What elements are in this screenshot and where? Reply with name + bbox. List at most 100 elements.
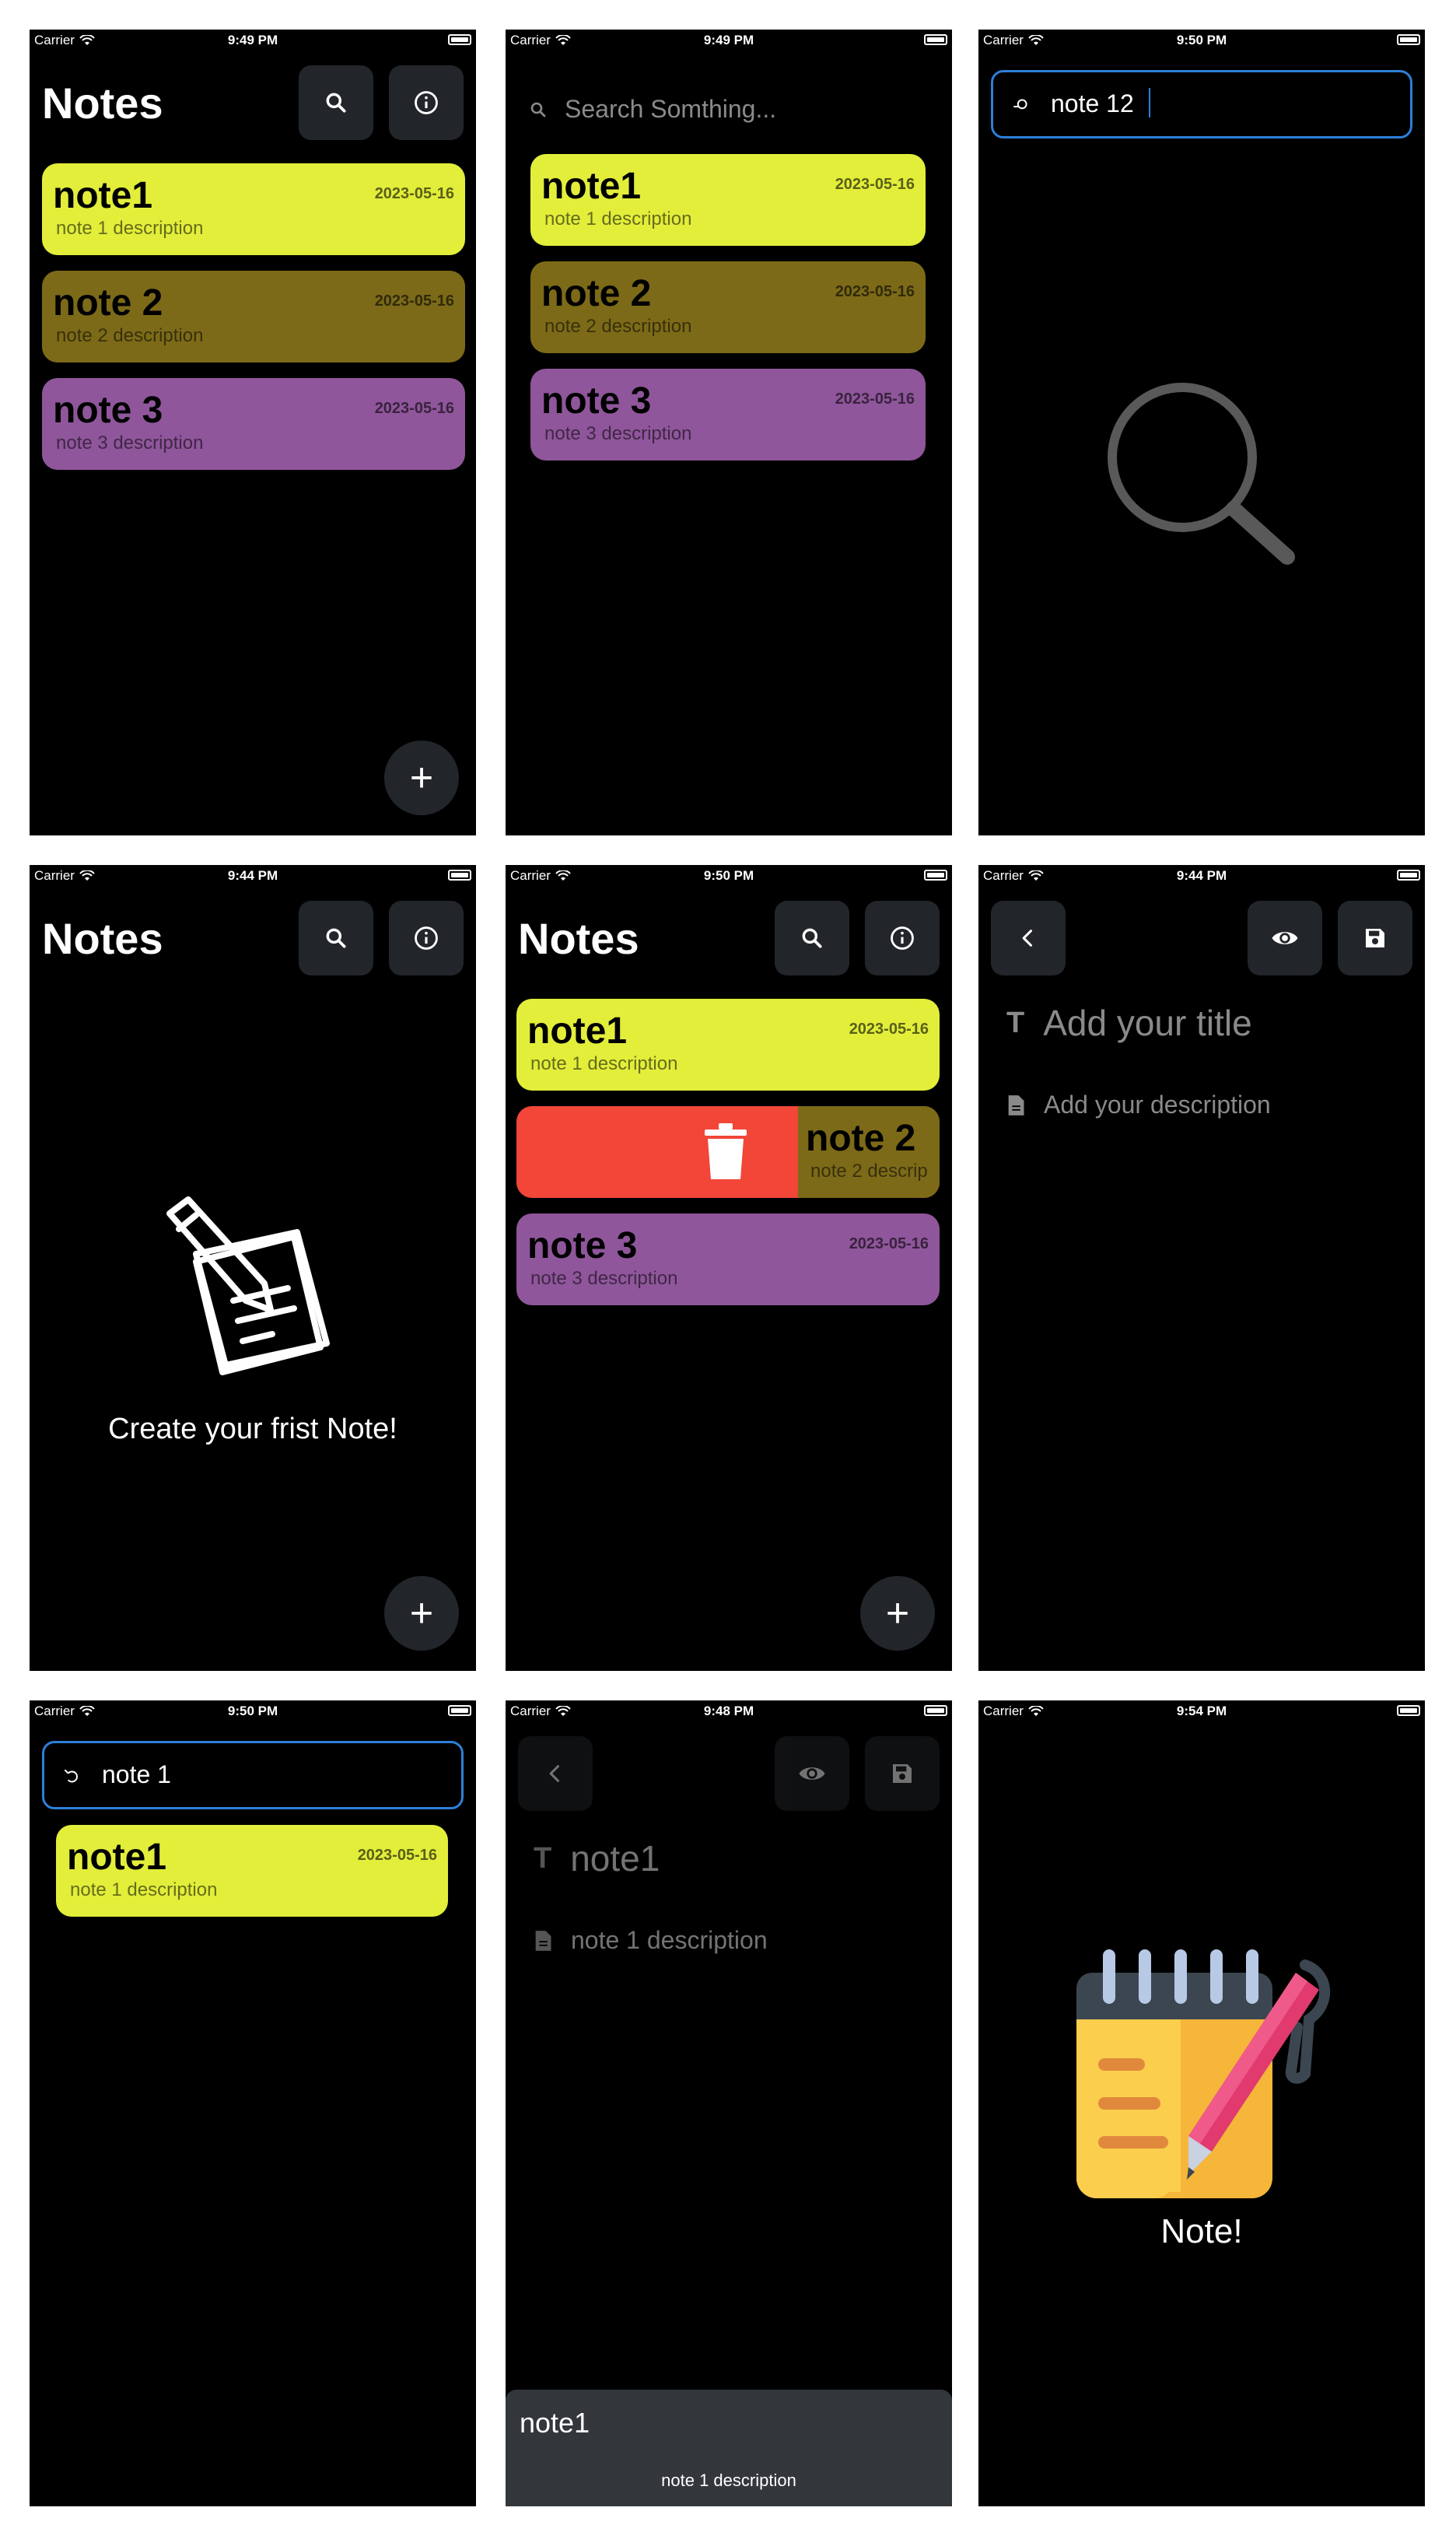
note-title: note 2 bbox=[53, 282, 163, 324]
battery-icon bbox=[1397, 870, 1420, 881]
screen-search-no-results: Carrier 9:50 PM note 12 bbox=[978, 30, 1425, 835]
battery-icon bbox=[448, 1705, 471, 1716]
search-button[interactable] bbox=[299, 901, 373, 975]
description-field[interactable]: Add your description bbox=[1006, 1091, 1271, 1119]
info-button[interactable] bbox=[865, 901, 940, 975]
status-time: 9:44 PM bbox=[227, 868, 278, 883]
save-button[interactable] bbox=[865, 1736, 940, 1811]
description-field[interactable]: note 1 description bbox=[534, 1926, 768, 1955]
note-card[interactable]: note1 2023-05-16 note 1 description bbox=[516, 999, 940, 1091]
note-description: note 3 description bbox=[544, 423, 692, 444]
search-icon bbox=[802, 928, 822, 948]
preview-button[interactable] bbox=[775, 1736, 849, 1811]
screen-notes-list: Carrier 9:49 PM Notes note1 2023-05-16 n… bbox=[30, 30, 476, 835]
battery-icon bbox=[1397, 1705, 1420, 1716]
note-description: note 1 description bbox=[544, 208, 692, 229]
status-bar: Carrier 9:49 PM bbox=[506, 30, 952, 53]
note-title: note 3 bbox=[541, 380, 652, 422]
status-bar: Carrier 9:50 PM bbox=[506, 865, 952, 888]
title-placeholder: Add your title bbox=[1043, 1003, 1252, 1043]
delete-button[interactable] bbox=[516, 1106, 798, 1198]
add-note-button[interactable]: + bbox=[860, 1576, 935, 1651]
note-card[interactable]: note1 2023-05-16 note 1 description bbox=[56, 1825, 448, 1917]
status-time: 9:44 PM bbox=[1176, 868, 1227, 883]
note-card[interactable]: note1 2023-05-16 note 1 description bbox=[530, 154, 926, 246]
search-button[interactable] bbox=[299, 65, 373, 140]
splash-label: Note! bbox=[1160, 2212, 1243, 2250]
text-cursor bbox=[1149, 88, 1150, 117]
page-title: Notes bbox=[42, 914, 163, 963]
note-description: note 1 description bbox=[530, 1053, 678, 1074]
note-card[interactable]: note1 2023-05-16 note 1 description bbox=[42, 163, 465, 255]
note-date: 2023-05-16 bbox=[835, 176, 915, 193]
search-icon bbox=[326, 928, 346, 948]
no-results-search-icon bbox=[1108, 383, 1295, 565]
battery-icon bbox=[924, 870, 947, 881]
eye-icon bbox=[799, 1767, 825, 1780]
save-button[interactable] bbox=[1338, 901, 1412, 975]
notepad-icon bbox=[1076, 1949, 1331, 2198]
note-card[interactable]: note 2 2023-05-16 note 2 description bbox=[530, 261, 926, 353]
document-icon bbox=[1008, 1094, 1024, 1115]
note-description: note 2 descrip bbox=[810, 1161, 928, 1182]
plus-icon: + bbox=[885, 1591, 910, 1636]
status-bar: Carrier 9:54 PM bbox=[978, 1700, 1425, 1724]
eye-icon bbox=[1272, 932, 1298, 944]
search-icon bbox=[530, 102, 546, 117]
status-time: 9:49 PM bbox=[227, 33, 278, 47]
back-button[interactable] bbox=[518, 1736, 593, 1811]
screen-search: Carrier 9:49 PM Search Somthing... note1… bbox=[506, 30, 952, 835]
screen-swipe-delete: Carrier 9:50 PM Notes note1 2023-05-16 n… bbox=[506, 865, 952, 1671]
info-icon bbox=[415, 926, 438, 950]
search-button[interactable] bbox=[775, 901, 849, 975]
info-icon bbox=[415, 91, 438, 114]
note-date: 2023-05-16 bbox=[374, 185, 454, 202]
search-input[interactable]: Search Somthing... bbox=[529, 95, 776, 124]
title-field[interactable]: T Add your title bbox=[1006, 1002, 1252, 1044]
battery-icon bbox=[924, 34, 947, 45]
info-icon bbox=[891, 926, 914, 950]
note-card-partial: note 2 note 2 descrip bbox=[798, 1106, 940, 1198]
chevron-left-icon bbox=[1022, 930, 1033, 947]
search-placeholder: Search Somthing... bbox=[565, 95, 777, 123]
status-bar: Carrier 9:44 PM bbox=[30, 865, 476, 888]
note-description: note 1 description bbox=[56, 218, 204, 239]
info-button[interactable] bbox=[389, 901, 464, 975]
note-description: note 3 description bbox=[530, 1268, 678, 1289]
status-time: 9:50 PM bbox=[227, 1704, 278, 1718]
status-bar: Carrier 9:50 PM bbox=[978, 30, 1425, 53]
note-title: note 3 bbox=[527, 1225, 638, 1266]
battery-icon bbox=[448, 870, 471, 881]
search-input[interactable]: note 12 bbox=[991, 70, 1412, 138]
screen-splash: Carrier 9:54 PM Note! bbox=[978, 1700, 1425, 2506]
note-card[interactable]: note 3 2023-05-16 note 3 description bbox=[42, 378, 465, 470]
preview-button[interactable] bbox=[1248, 901, 1322, 975]
note-description: note 2 description bbox=[544, 316, 692, 337]
text-icon: T bbox=[1006, 1006, 1025, 1039]
back-button[interactable] bbox=[991, 901, 1066, 975]
swiped-note-card[interactable]: note 2 note 2 descrip bbox=[516, 1106, 940, 1198]
preview-title: note1 bbox=[520, 2407, 590, 2439]
empty-state-message: Create your frist Note! bbox=[108, 1413, 397, 1445]
preview-description: note 1 description bbox=[661, 2471, 796, 2490]
note-card[interactable]: note 3 2023-05-16 note 3 description bbox=[516, 1213, 940, 1305]
add-note-button[interactable]: + bbox=[384, 1576, 459, 1651]
description-value: note 1 description bbox=[571, 1926, 768, 1954]
screen-editor-preview: Carrier 9:48 PM T note1 note 1 descripti… bbox=[506, 1700, 952, 2506]
status-time: 9:49 PM bbox=[703, 33, 754, 47]
screen-editor-new: Carrier 9:44 PM T Add your title Add you… bbox=[978, 865, 1425, 1671]
info-button[interactable] bbox=[389, 65, 464, 140]
search-icon bbox=[326, 93, 346, 113]
search-input[interactable]: note 1 bbox=[42, 1741, 464, 1809]
status-bar: Carrier 9:49 PM bbox=[30, 30, 476, 53]
note-card[interactable]: note 3 2023-05-16 note 3 description bbox=[530, 369, 926, 461]
note-date: 2023-05-16 bbox=[374, 400, 454, 417]
status-time: 9:54 PM bbox=[1176, 1704, 1227, 1718]
note-card[interactable]: note 2 2023-05-16 note 2 description bbox=[42, 271, 465, 362]
add-note-button[interactable]: + bbox=[384, 741, 459, 815]
title-field[interactable]: T note1 bbox=[534, 1837, 660, 1879]
battery-icon bbox=[448, 34, 471, 45]
note-date: 2023-05-16 bbox=[849, 1021, 929, 1038]
note-title: note 2 bbox=[541, 273, 652, 314]
save-icon bbox=[1366, 929, 1384, 947]
